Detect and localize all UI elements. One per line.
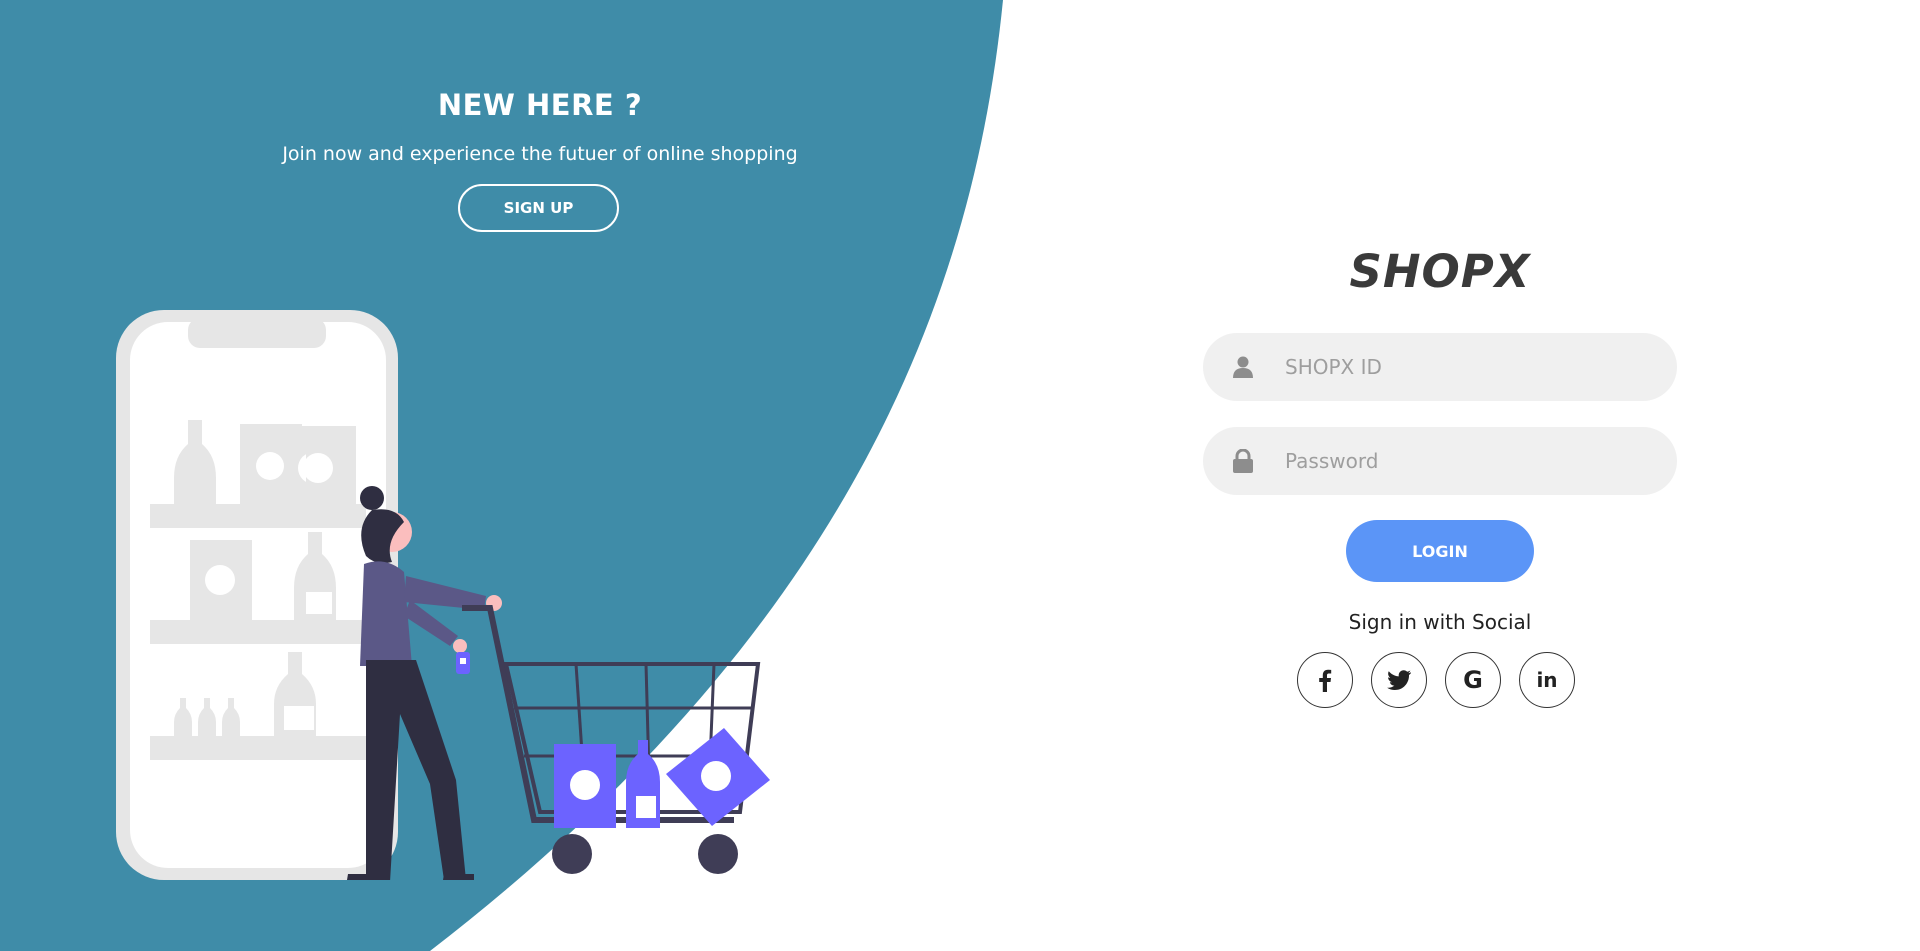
join-subtitle: Join now and experience the futuer of on…: [282, 143, 798, 165]
user-icon: [1203, 356, 1283, 378]
google-button[interactable]: G: [1445, 652, 1501, 708]
linkedin-icon: in: [1536, 668, 1558, 692]
google-icon: G: [1463, 666, 1483, 694]
left-panel: NEW HERE ? Join now and experience the f…: [0, 0, 1080, 951]
shopping-illustration: [116, 310, 770, 880]
password-field[interactable]: [1203, 427, 1677, 495]
facebook-button[interactable]: [1297, 652, 1353, 708]
linkedin-button[interactable]: in: [1519, 652, 1575, 708]
shopx-logo: SHOPX: [1349, 245, 1531, 298]
facebook-icon: [1319, 669, 1332, 692]
shopping-cart: [462, 605, 770, 874]
sign-in-social-text: Sign in with Social: [1348, 610, 1532, 634]
social-login-group: G in: [1297, 652, 1575, 708]
login-button[interactable]: LOGIN: [1346, 520, 1534, 582]
twitter-icon: [1387, 670, 1411, 690]
sign-up-button[interactable]: SIGN UP: [458, 184, 619, 232]
shopx-id-input[interactable]: [1283, 354, 1647, 380]
shopper-figure: [347, 486, 502, 880]
phone-graphic: [116, 310, 398, 880]
twitter-button[interactable]: [1371, 652, 1427, 708]
password-input[interactable]: [1283, 448, 1647, 474]
lock-icon: [1203, 449, 1283, 473]
new-here-title: NEW HERE ?: [437, 88, 643, 122]
login-page: NEW HERE ? Join now and experience the f…: [0, 0, 1920, 951]
shopx-id-field[interactable]: [1203, 333, 1677, 401]
